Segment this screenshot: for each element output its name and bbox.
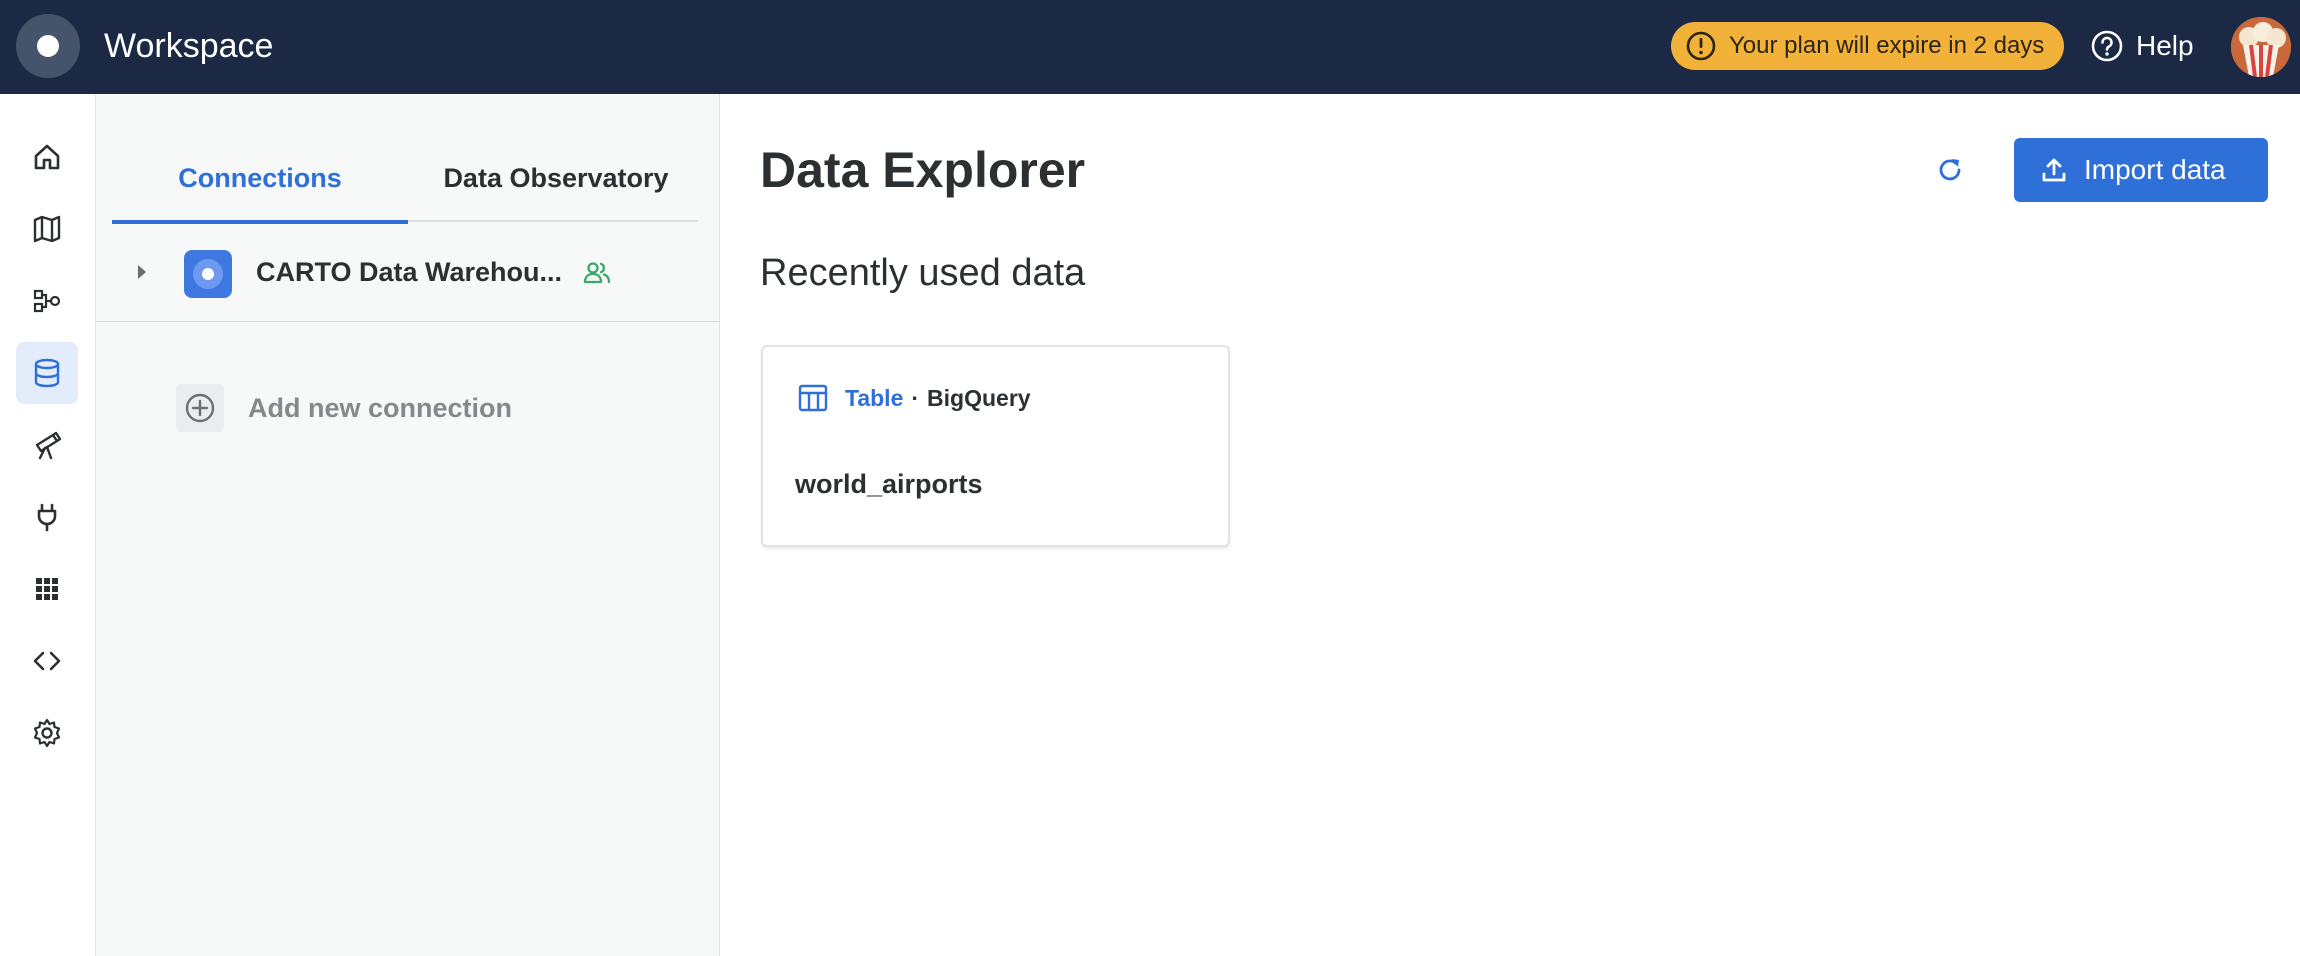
table-icon (798, 384, 828, 412)
top-bar: Workspace Your plan will expire in 2 day… (0, 0, 2300, 94)
gear-icon (33, 718, 61, 748)
plan-expiry-text: Your plan will expire in 2 days (1729, 32, 2045, 59)
add-circle-icon (176, 384, 224, 432)
app-logo[interactable] (16, 14, 80, 78)
add-new-connection-button[interactable]: Add new connection (176, 384, 512, 432)
connection-item[interactable]: CARTO Data Warehou... (96, 224, 720, 322)
tab-data-observatory[interactable]: Data Observatory (408, 134, 704, 222)
help-label: Help (2136, 30, 2194, 61)
connection-name: CARTO Data Warehou... (256, 257, 563, 287)
tab-connections[interactable]: Connections (112, 134, 408, 222)
refresh-button[interactable] (1930, 150, 1970, 190)
add-new-connection-label: Add new connection (248, 392, 513, 423)
home-icon (34, 144, 60, 170)
shared-users-icon (583, 262, 611, 284)
apps-grid-icon (36, 578, 58, 600)
code-icon (33, 651, 61, 671)
workflows-icon (33, 289, 61, 313)
help-button[interactable]: Help (2090, 26, 2194, 66)
card-provider: BigQuery (927, 384, 1031, 411)
map-icon (33, 215, 61, 243)
nav-data-observatory[interactable] (16, 414, 78, 476)
app-title: Workspace (104, 27, 274, 65)
refresh-icon (1939, 159, 1961, 181)
card-meta: Table · BigQuery (797, 381, 1031, 415)
nav-developers[interactable] (16, 630, 78, 692)
nav-maps[interactable] (16, 198, 78, 260)
telescope-icon (35, 431, 62, 460)
card-separator: · (911, 384, 920, 411)
nav-settings[interactable] (16, 702, 78, 764)
database-icon (34, 358, 60, 388)
expand-caret-icon[interactable] (130, 260, 154, 284)
carto-connection-icon (184, 250, 232, 298)
card-dataset-name: world_airports (795, 469, 983, 499)
page-title: Data Explorer (760, 142, 1086, 198)
nav-connections[interactable] (16, 486, 78, 548)
user-avatar[interactable] (2231, 17, 2291, 77)
import-data-button[interactable]: Import data (2014, 138, 2268, 202)
card-type: Table (845, 384, 904, 411)
help-circle-icon (2091, 30, 2123, 62)
avatar-image (2231, 17, 2291, 77)
panel-tabs: Connections Data Observatory (112, 134, 698, 222)
warning-circle-icon (1686, 31, 1716, 61)
import-data-label: Import data (2084, 154, 2226, 185)
nav-home[interactable] (16, 126, 78, 188)
connections-panel: Connections Data Observatory CARTO Data … (96, 94, 720, 956)
upload-icon (2042, 158, 2066, 182)
plan-expiry-badge[interactable]: Your plan will expire in 2 days (1671, 22, 2064, 70)
nav-apps[interactable] (16, 558, 78, 620)
left-nav-rail (0, 94, 96, 956)
plug-icon (37, 503, 57, 532)
recently-used-heading: Recently used data (760, 252, 1086, 294)
nav-workflows[interactable] (16, 270, 78, 332)
recent-data-card[interactable]: Table · BigQuery world_airports (761, 345, 1230, 547)
nav-data-explorer[interactable] (16, 342, 78, 404)
